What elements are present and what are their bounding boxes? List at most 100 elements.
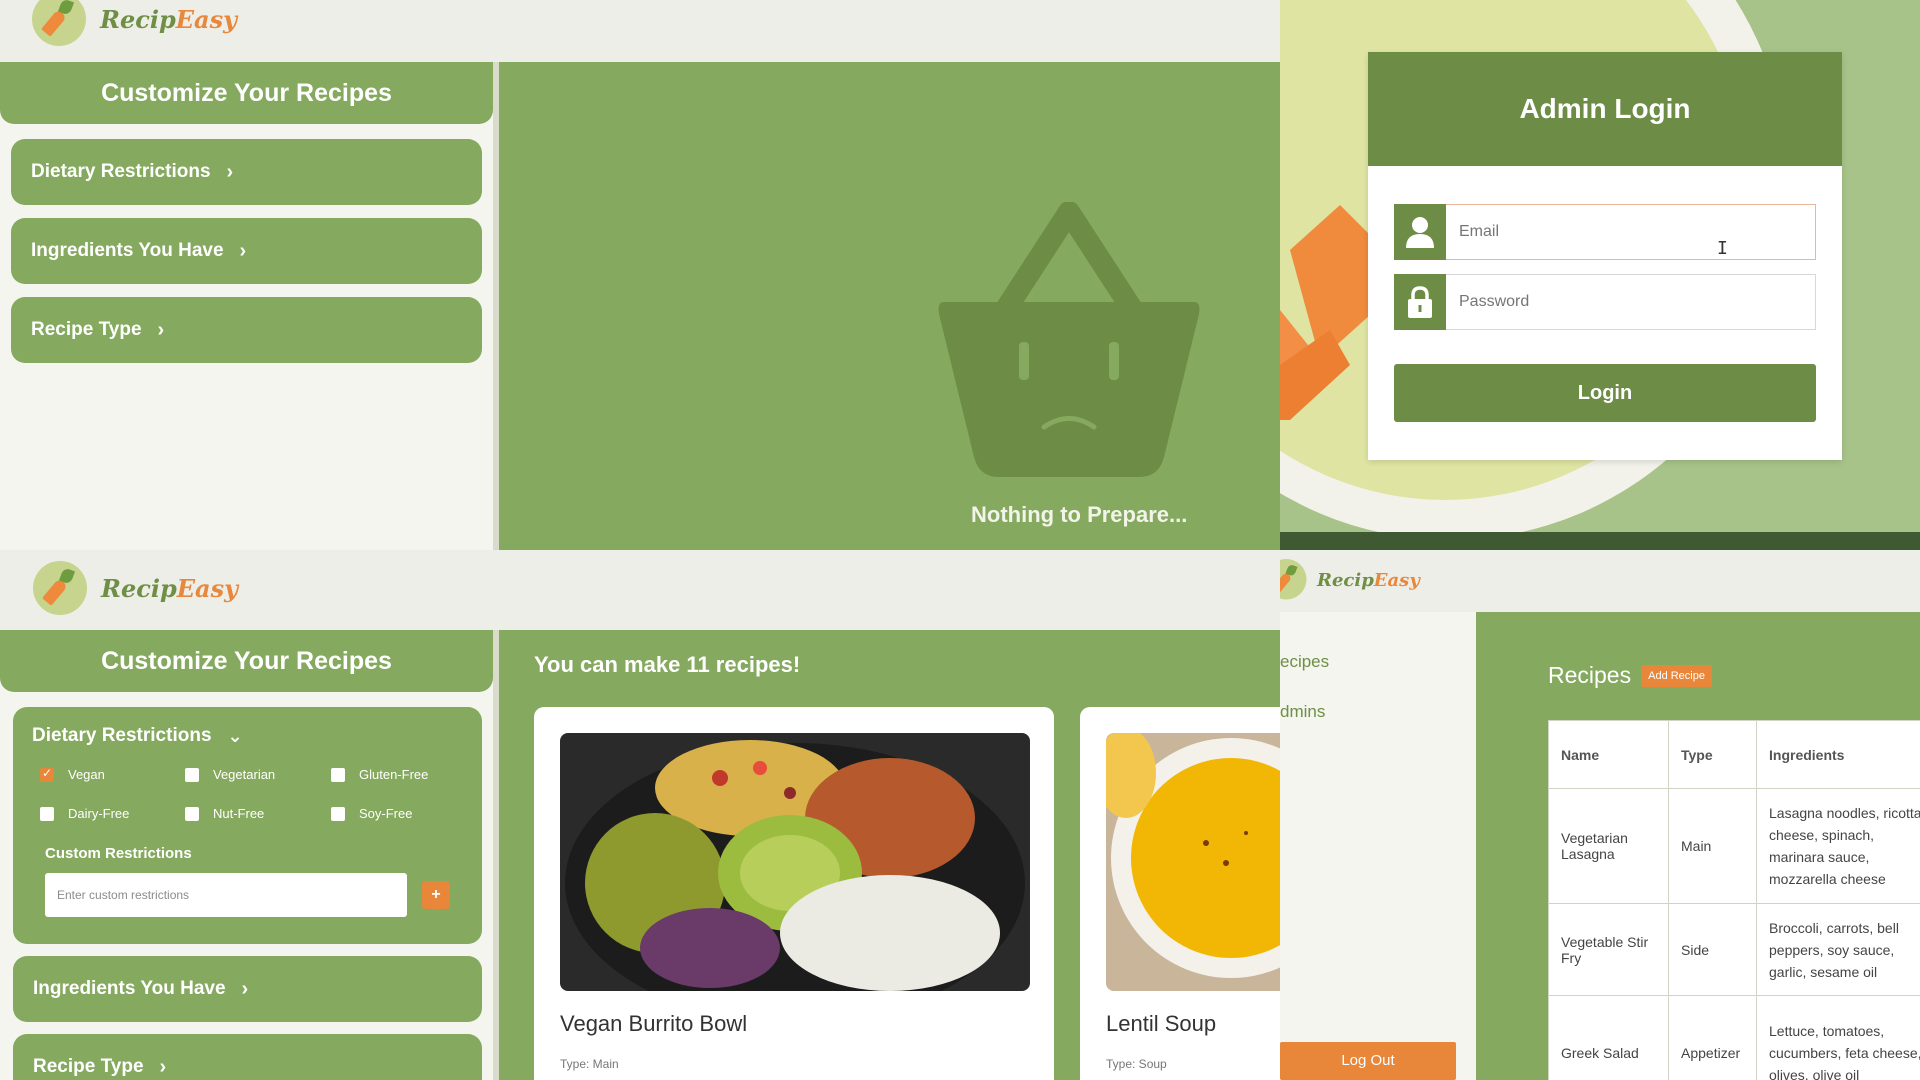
chevron-right-icon: › [241, 977, 249, 1000]
brand-name: RecipEasy [101, 573, 239, 603]
checkbox-icon[interactable] [40, 806, 54, 821]
cell-name: Greek Salad [1548, 995, 1669, 1080]
table-row[interactable]: Vegetarian Lasagna Main Lasagna noodles,… [1548, 788, 1920, 904]
add-restriction-button[interactable]: + [422, 881, 450, 909]
login-button[interactable]: Login [1394, 364, 1816, 422]
brand[interactable]: RecipEasy [32, 0, 237, 46]
empty-message: Nothing to Prepare... [971, 502, 1188, 527]
cell-type: Side [1668, 903, 1757, 996]
recipes-title: Recipes [1548, 662, 1632, 688]
brand[interactable]: RecipEasy [33, 561, 238, 615]
login-card: Admin Login Login [1368, 52, 1842, 460]
chevron-right-icon: › [157, 318, 165, 341]
recipe-card-title: Lentil Soup [1106, 1011, 1217, 1036]
customize-sidebar: Customize Your Recipes Dietary Restricti… [0, 630, 493, 1080]
checkbox-icon[interactable] [331, 806, 345, 821]
logout-button[interactable]: Log Out [1280, 1042, 1456, 1080]
checkbox-label: Vegetarian [213, 767, 276, 782]
checkbox-label: Nut-Free [213, 806, 265, 821]
carrot-logo-icon [1280, 559, 1307, 600]
accordion-ingredients[interactable]: Ingredients You Have › [13, 956, 482, 1022]
lock-icon [1394, 274, 1446, 330]
accordion-label: Ingredients You Have [31, 240, 224, 261]
carrot-slices-decoration [1280, 205, 1370, 420]
password-field [1394, 274, 1816, 330]
app-header: RecipEasy [0, 550, 1280, 630]
checkbox-icon[interactable] [331, 767, 345, 782]
cell-ingredients: Lasagna noodles, ricotta cheese, spinach… [1756, 788, 1920, 904]
accordion-label: Dietary Restrictions [31, 161, 211, 182]
add-recipe-button[interactable]: Add Recipe [1641, 664, 1712, 687]
column-header-ingredients[interactable]: Ingredients [1756, 720, 1920, 789]
app-header: RecipEasy [1280, 550, 1920, 612]
admin-dashboard-panel: RecipEasy ecipes dmins Log Out Recipes A… [1280, 550, 1920, 1080]
nav-admins-link[interactable]: dmins [1280, 702, 1325, 722]
checkbox-soy-free[interactable]: Soy-Free [331, 806, 412, 821]
app-header: RecipEasy [0, 0, 1280, 62]
accordion-label: Recipe Type [33, 1056, 144, 1077]
accordion-label: Ingredients You Have [33, 978, 226, 999]
recipe-image [1106, 733, 1280, 991]
carrot-logo-icon [33, 561, 87, 615]
admin-login-panel: Admin Login Login I [1280, 0, 1920, 550]
cell-type: Appetizer [1668, 995, 1757, 1080]
column-header-name[interactable]: Name [1548, 720, 1669, 789]
custom-restrictions-label: Custom Restrictions [45, 845, 192, 862]
column-header-type[interactable]: Type [1668, 720, 1757, 789]
empty-state-panel: RecipEasy Customize Your Recipes Dietary… [0, 0, 1280, 550]
results-area: Nothing to Prepare... [499, 62, 1280, 550]
password-input[interactable] [1446, 274, 1816, 330]
recipe-card[interactable]: Lentil Soup Type: Soup [1080, 707, 1280, 1080]
user-icon [1394, 204, 1446, 260]
checkbox-nut-free[interactable]: Nut-Free [185, 806, 264, 821]
chevron-right-icon: › [239, 239, 247, 262]
checkbox-checked-icon[interactable] [40, 766, 54, 782]
checkbox-icon[interactable] [185, 767, 199, 782]
nav-recipes-link[interactable]: ecipes [1280, 652, 1329, 672]
recipe-card[interactable]: Vegan Burrito Bowl Type: Main [534, 707, 1054, 1080]
brand[interactable]: RecipEasy [1280, 559, 1420, 600]
chevron-right-icon: › [226, 160, 234, 183]
cell-ingredients: Lettuce, tomatoes, cucumbers, feta chees… [1756, 995, 1920, 1080]
email-field [1394, 204, 1816, 260]
login-title: Admin Login [1368, 52, 1842, 166]
checkbox-icon[interactable] [185, 806, 199, 821]
table-row[interactable]: Greek Salad Appetizer Lettuce, tomatoes,… [1548, 995, 1920, 1080]
recipes-header: Recipes Add Recipe [1548, 662, 1712, 689]
customize-title: Customize Your Recipes [0, 62, 493, 124]
cell-type: Main [1668, 788, 1757, 904]
recipe-count-title: You can make 11 recipes! [534, 652, 801, 677]
accordion-recipe-type[interactable]: Recipe Type › [13, 1034, 482, 1080]
recipe-card-type: Type: Main [560, 1057, 619, 1071]
recipe-card-title: Vegan Burrito Bowl [560, 1011, 748, 1036]
chevron-right-icon: › [159, 1055, 167, 1078]
carrot-logo-icon [32, 0, 86, 46]
checkbox-gluten-free[interactable]: Gluten-Free [331, 767, 428, 782]
accordion-recipe-type[interactable]: Recipe Type › [11, 297, 482, 363]
email-input[interactable] [1446, 204, 1816, 260]
accordion-ingredients[interactable]: Ingredients You Have › [11, 218, 482, 284]
accordion-dietary-restrictions[interactable]: Dietary Restrictions › [11, 139, 482, 205]
text-cursor-icon: I [1717, 238, 1728, 259]
cell-ingredients: Broccoli, carrots, bell peppers, soy sau… [1756, 903, 1920, 996]
accordion-label: Dietary Restrictions [32, 725, 212, 746]
recipe-results-panel: RecipEasy Customize Your Recipes Dietary… [0, 550, 1280, 1080]
checkbox-vegetarian[interactable]: Vegetarian [185, 767, 275, 782]
recipe-image [560, 733, 1030, 991]
checkbox-dairy-free[interactable]: Dairy-Free [40, 806, 129, 821]
admin-main: Recipes Add Recipe Name Type Ingredients… [1476, 612, 1920, 1080]
customize-title: Customize Your Recipes [0, 630, 493, 692]
accordion-label: Recipe Type [31, 319, 142, 340]
customize-sidebar: Customize Your Recipes Dietary Restricti… [0, 62, 493, 550]
table-row[interactable]: Vegetable Stir Fry Side Broccoli, carrot… [1548, 903, 1920, 996]
cell-name: Vegetarian Lasagna [1548, 788, 1669, 904]
chevron-down-icon: ⌄ [227, 725, 243, 746]
accordion-dietary-restrictions[interactable]: Dietary Restrictions ⌄ [32, 725, 243, 747]
checkbox-label: Dairy-Free [68, 806, 130, 821]
checkbox-label: Gluten-Free [359, 767, 429, 782]
dietary-restrictions-panel: Dietary Restrictions ⌄ Vegan Vegetarian … [13, 707, 482, 944]
checkbox-vegan[interactable]: Vegan [40, 766, 105, 782]
checkbox-label: Vegan [68, 767, 105, 782]
brand-name: RecipEasy [1317, 568, 1420, 591]
custom-restrictions-input[interactable]: Enter custom restrictions [45, 873, 407, 917]
